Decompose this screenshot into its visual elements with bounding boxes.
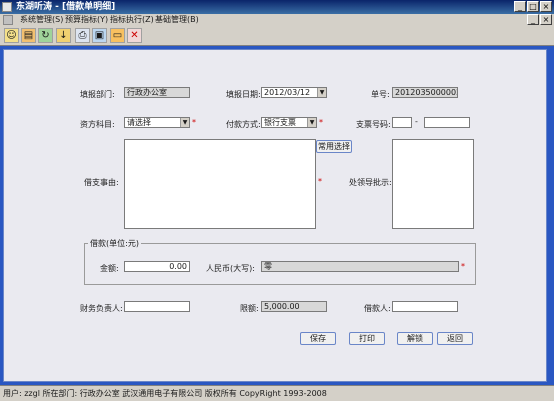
main-area: 填报部门: 行政办公室 填报日期: 2012/03/12 ▼ 单号: 201203… (0, 46, 554, 385)
menu-system[interactable]: 系统管理(S) (20, 14, 63, 26)
required-mark: * (318, 177, 322, 186)
rmb-upper-label: 人民币(大写): (206, 264, 255, 273)
status-bar: 用户: zzgl 所在部门: 行政办公室 武汉通用电子有限公司 版权所有 Cop… (0, 385, 554, 401)
amount-input[interactable]: 0.00 (124, 261, 190, 272)
dept-field[interactable]: 行政办公室 (124, 87, 190, 98)
maximize-button[interactable]: □ (527, 1, 539, 12)
amount-label: 金额: (100, 264, 119, 273)
back-button[interactable]: 返回 (437, 332, 473, 345)
leader-opinion-label: 处领导批示: (349, 178, 392, 187)
document-icon (3, 15, 13, 25)
chevron-down-icon[interactable]: ▼ (307, 118, 316, 127)
form-panel: 填报部门: 行政办公室 填报日期: 2012/03/12 ▼ 单号: 201203… (3, 49, 547, 382)
dept-label: 填报部门: (80, 90, 115, 99)
rmb-upper-field: 零 (261, 261, 459, 272)
date-picker[interactable]: 2012/03/12 ▼ (261, 87, 327, 98)
borrower-label: 借款人: (364, 304, 391, 313)
close-icon[interactable]: ✕ (127, 28, 142, 43)
menu-basic[interactable]: 基础管理(B) (155, 14, 199, 26)
menu-bar: 系统管理(S) 预算指标(Y) 指标执行(Z) 基础管理(B) _ × (0, 14, 554, 26)
mdi-minimize-button[interactable]: _ (527, 14, 539, 25)
window-title-bar: 东湖听涛 - [借款单明细] (0, 0, 554, 14)
required-mark: * (192, 118, 196, 127)
menu-budget[interactable]: 预算指标(Y) (65, 14, 108, 26)
print-button[interactable]: 打印 (349, 332, 385, 345)
download-icon[interactable]: ↓ (56, 28, 71, 43)
doc-no-field: 2012035000002 (392, 87, 458, 98)
finance-head-input[interactable] (124, 301, 190, 312)
check-no-label: 支票号码: (356, 120, 391, 129)
pay-method-value: 银行支票 (264, 118, 296, 127)
close-window-button[interactable]: × (540, 1, 552, 12)
folder-icon[interactable]: ▤ (21, 28, 36, 43)
image-icon[interactable]: ▣ (92, 28, 107, 43)
limit-label: 限额: (240, 304, 259, 313)
toolbar: ☺ ▤ ↻ ↓ ⎙ ▣ ▭ ✕ (0, 26, 554, 46)
pay-method-select[interactable]: 银行支票 ▼ (261, 117, 317, 128)
unlock-button[interactable]: 解锁 (397, 332, 433, 345)
chevron-down-icon[interactable]: ▼ (180, 118, 189, 127)
pay-method-label: 付款方式: (226, 120, 261, 129)
reason-textarea[interactable] (124, 139, 316, 229)
check-no-prefix-input[interactable] (392, 117, 412, 128)
date-value: 2012/03/12 (264, 88, 311, 97)
people-icon[interactable]: ☺ (4, 28, 19, 43)
chevron-down-icon[interactable]: ▼ (317, 88, 326, 97)
minimize-button[interactable]: _ (514, 1, 526, 12)
fund-label: 资方科目: (80, 120, 115, 129)
required-mark: * (461, 262, 465, 271)
common-select-button[interactable]: 常用选择 (316, 140, 352, 153)
check-no-separator: - (415, 117, 418, 126)
reason-label: 借支事由: (84, 178, 119, 187)
print-icon[interactable]: ⎙ (75, 28, 90, 43)
note-icon[interactable]: ▭ (110, 28, 125, 43)
amount-group-title: 借款(单位:元) (88, 238, 141, 249)
fund-select[interactable]: 请选择 ▼ (124, 117, 190, 128)
required-mark: * (319, 118, 323, 127)
limit-field: 5,000.00 (261, 301, 327, 312)
window-title: 东湖听涛 - [借款单明细] (16, 2, 116, 12)
status-text: 用户: zzgl 所在部门: 行政办公室 武汉通用电子有限公司 版权所有 Cop… (3, 389, 327, 398)
date-label: 填报日期: (226, 90, 261, 99)
refresh-icon[interactable]: ↻ (38, 28, 53, 43)
app-icon (2, 2, 12, 12)
doc-no-label: 单号: (371, 90, 390, 99)
leader-opinion-textarea[interactable] (392, 139, 474, 229)
save-button[interactable]: 保存 (300, 332, 336, 345)
borrower-input[interactable] (392, 301, 458, 312)
menu-execution[interactable]: 指标执行(Z) (110, 14, 154, 26)
check-no-input[interactable] (424, 117, 470, 128)
fund-value: 请选择 (127, 118, 151, 127)
mdi-close-button[interactable]: × (540, 14, 552, 25)
finance-head-label: 财务负责人: (80, 304, 123, 313)
